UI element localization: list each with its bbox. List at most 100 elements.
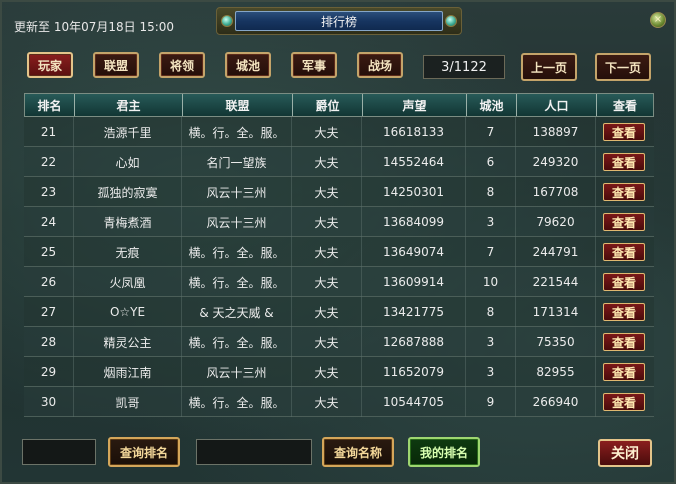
cell-population: 266940 (516, 387, 596, 417)
name-query-input[interactable] (196, 439, 312, 465)
update-time: 更新至 10年07月18日 15:00 (14, 20, 175, 34)
table-row: 23 孤独的寂寞 风云十三州 大夫 14250301 8 167708 查看 (24, 177, 654, 207)
cell-prestige: 13684099 (362, 207, 466, 237)
cell-cities: 7 (466, 237, 516, 267)
cell-rank: 21 (24, 117, 74, 147)
cell-title: 大夫 (292, 357, 362, 387)
cell-alliance: 名门一望族 (182, 147, 292, 177)
cell-cities: 8 (466, 177, 516, 207)
view-button[interactable]: 查看 (603, 393, 645, 411)
cell-alliance: 横。行。全。服。 (182, 237, 292, 267)
cell-prestige: 13609914 (362, 267, 466, 297)
prev-page-button[interactable]: 上一页 (521, 53, 577, 81)
cell-rank: 24 (24, 207, 74, 237)
cell-population: 75350 (516, 327, 596, 357)
header-population: 人口 (517, 94, 597, 116)
view-button[interactable]: 查看 (603, 123, 645, 141)
tab-general[interactable]: 将领 (159, 52, 205, 78)
cell-rank: 25 (24, 237, 74, 267)
ranking-table: 排名 君主 联盟 爵位 声望 城池 人口 查看 21 浩源千里 横。行。全。服。 大夫… (24, 93, 654, 420)
gem-icon (221, 15, 233, 27)
view-button[interactable]: 查看 (603, 243, 645, 261)
cell-rank: 23 (24, 177, 74, 207)
cell-rank: 26 (24, 267, 74, 297)
cell-cities: 3 (466, 207, 516, 237)
my-rank-button[interactable]: 我的排名 (408, 437, 480, 467)
cell-lord: 凯哥 (74, 387, 182, 417)
cell-population: 221544 (516, 267, 596, 297)
view-button[interactable]: 查看 (603, 273, 645, 291)
cell-alliance: 横。行。全。服。 (182, 327, 292, 357)
cell-view: 查看 (596, 297, 652, 327)
cell-rank: 27 (24, 297, 74, 327)
cell-title: 大夫 (292, 327, 362, 357)
cell-view: 查看 (596, 357, 652, 387)
cell-rank: 29 (24, 357, 74, 387)
header-title: 爵位 (293, 94, 363, 116)
cell-alliance: 横。行。全。服。 (182, 267, 292, 297)
table-row: 27 O☆YE & 天之天威 & 大夫 13421775 8 171314 查看 (24, 297, 654, 327)
cell-prestige: 10544705 (362, 387, 466, 417)
cell-population: 138897 (516, 117, 596, 147)
close-button[interactable]: 关闭 (598, 439, 652, 467)
table-row: 25 无痕 横。行。全。服。 大夫 13649074 7 244791 查看 (24, 237, 654, 267)
header-rank: 排名 (25, 94, 75, 116)
window-title: 排行榜 (235, 11, 443, 31)
cell-view: 查看 (596, 237, 652, 267)
cell-view: 查看 (596, 327, 652, 357)
close-icon[interactable]: × (650, 12, 666, 28)
cell-title: 大夫 (292, 387, 362, 417)
next-page-button[interactable]: 下一页 (595, 53, 651, 81)
cell-cities: 6 (466, 147, 516, 177)
cell-cities: 8 (466, 297, 516, 327)
cell-lord: 青梅煮酒 (74, 207, 182, 237)
query-rank-button[interactable]: 查询排名 (108, 437, 180, 467)
cell-lord: 孤独的寂寞 (74, 177, 182, 207)
cell-prestige: 16618133 (362, 117, 466, 147)
view-button[interactable]: 查看 (603, 303, 645, 321)
cell-alliance: 横。行。全。服。 (182, 117, 292, 147)
view-button[interactable]: 查看 (603, 213, 645, 231)
cell-view: 查看 (596, 207, 652, 237)
table-row: 24 青梅煮酒 风云十三州 大夫 13684099 3 79620 查看 (24, 207, 654, 237)
cell-title: 大夫 (292, 177, 362, 207)
view-button[interactable]: 查看 (603, 183, 645, 201)
tab-city[interactable]: 城池 (225, 52, 271, 78)
cell-view: 查看 (596, 177, 652, 207)
header-alliance: 联盟 (183, 94, 293, 116)
header-prestige: 声望 (363, 94, 467, 116)
cell-alliance: 横。行。全。服。 (182, 387, 292, 417)
query-name-button[interactable]: 查询名称 (322, 437, 394, 467)
cell-prestige: 12687888 (362, 327, 466, 357)
cell-population: 79620 (516, 207, 596, 237)
cell-alliance: & 天之天威 & (182, 297, 292, 327)
tab-player[interactable]: 玩家 (27, 52, 73, 78)
table-row: 29 烟雨江南 风云十三州 大夫 11652079 3 82955 查看 (24, 357, 654, 387)
table-header: 排名 君主 联盟 爵位 声望 城池 人口 查看 (24, 93, 654, 117)
cell-population: 249320 (516, 147, 596, 177)
page-indicator: 3/1122 (423, 55, 505, 79)
tab-military[interactable]: 军事 (291, 52, 337, 78)
cell-prestige: 13421775 (362, 297, 466, 327)
tab-alliance[interactable]: 联盟 (93, 52, 139, 78)
tab-battlefield[interactable]: 战场 (357, 52, 403, 78)
rank-query-input[interactable] (22, 439, 96, 465)
gem-icon (445, 15, 457, 27)
view-button[interactable]: 查看 (603, 333, 645, 351)
view-button[interactable]: 查看 (603, 153, 645, 171)
cell-rank: 30 (24, 387, 74, 417)
table-row: 30 凯哥 横。行。全。服。 大夫 10544705 9 266940 查看 (24, 387, 654, 417)
cell-cities: 9 (466, 387, 516, 417)
view-button[interactable]: 查看 (603, 363, 645, 381)
cell-title: 大夫 (292, 267, 362, 297)
cell-view: 查看 (596, 117, 652, 147)
cell-view: 查看 (596, 387, 652, 417)
cell-lord: 火凤凰 (74, 267, 182, 297)
cell-cities: 10 (466, 267, 516, 297)
cell-rank: 22 (24, 147, 74, 177)
cell-title: 大夫 (292, 117, 362, 147)
cell-lord: 浩源千里 (74, 117, 182, 147)
cell-alliance: 风云十三州 (182, 177, 292, 207)
cell-population: 244791 (516, 237, 596, 267)
cell-lord: O☆YE (74, 297, 182, 327)
